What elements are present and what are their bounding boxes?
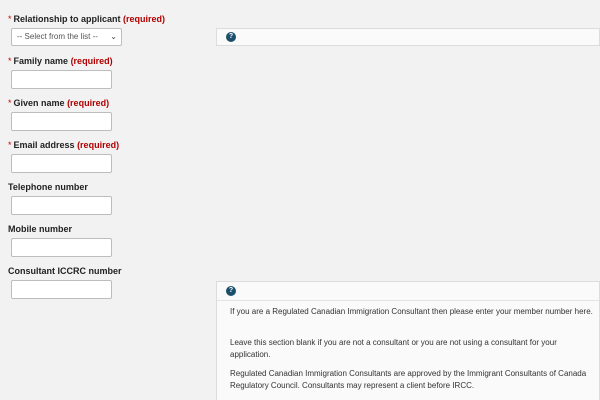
question-circle-icon[interactable]: ?	[226, 286, 236, 296]
mobile-input[interactable]	[11, 238, 112, 257]
consultant-input[interactable]	[11, 280, 112, 299]
chevron-down-icon: ⌄	[110, 32, 117, 41]
consultant-help-panel: ? If you are a Regulated Canadian Immigr…	[216, 281, 600, 400]
email-input[interactable]	[11, 154, 112, 173]
help-paragraph: If you are a Regulated Canadian Immigrat…	[230, 307, 593, 316]
contact-form: * Relationship to applicant (required) --…	[4, 6, 600, 400]
relationship-label: * Relationship to applicant (required)	[8, 14, 166, 24]
telephone-input[interactable]	[11, 196, 112, 215]
family-name-input[interactable]	[11, 70, 112, 89]
help-divider	[217, 300, 599, 301]
given-name-input[interactable]	[11, 112, 112, 131]
given-name-label: * Given name (required)	[8, 98, 110, 108]
family-name-label: * Family name (required)	[8, 56, 113, 66]
telephone-label: Telephone number	[8, 182, 88, 192]
mobile-label: Mobile number	[8, 224, 73, 234]
help-paragraph: Leave this section blank if you are not …	[230, 338, 557, 359]
relationship-help-bar: ?	[216, 28, 600, 46]
email-label: * Email address (required)	[8, 140, 120, 150]
consultant-label: Consultant ICCRC number	[8, 266, 122, 276]
question-circle-icon[interactable]: ?	[226, 32, 236, 42]
help-paragraph: Regulated Canadian Immigration Consultan…	[230, 369, 587, 390]
relationship-select[interactable]: -- Select from the list -- ⌄	[11, 28, 122, 46]
